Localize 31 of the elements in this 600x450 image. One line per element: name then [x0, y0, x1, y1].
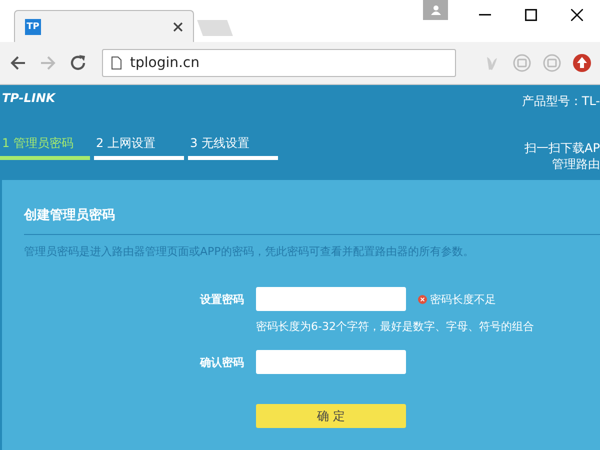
minimize-icon[interactable] — [479, 14, 491, 16]
brand-logo: TP-LINK — [1, 91, 57, 105]
browser-tab[interactable]: TP — [14, 10, 194, 42]
form-title: 创建管理员密码 — [24, 206, 116, 225]
password-field[interactable] — [256, 287, 406, 311]
field-label: 确认密码 — [198, 354, 244, 370]
upload-icon[interactable] — [572, 53, 592, 73]
extension-icon[interactable] — [542, 53, 562, 73]
model-label: 产品型号：TL- — [522, 93, 600, 110]
hint-text: 密码长度为6-32个字符，最好是数字、字母、符号的组合 — [256, 319, 535, 334]
password-field[interactable] — [256, 350, 406, 374]
user-icon[interactable] — [423, 0, 448, 20]
error-icon — [418, 294, 427, 304]
favicon: TP — [25, 18, 41, 34]
error-message: 密码长度不足 — [430, 292, 496, 306]
app-promo-text: 管理路由 — [552, 156, 600, 172]
url-text: tplogin.cn — [130, 55, 200, 71]
wizard-step[interactable]: 1 管理员密码 — [0, 135, 90, 160]
app-promo-text: 扫一扫下载AP — [524, 140, 600, 156]
address-bar[interactable]: tplogin.cn — [102, 49, 456, 77]
extension-icon[interactable] — [512, 53, 532, 73]
maximize-icon[interactable] — [525, 9, 537, 21]
new-tab-button[interactable] — [197, 20, 233, 36]
page-icon — [111, 56, 122, 70]
close-icon[interactable] — [173, 22, 183, 32]
wizard-step[interactable]: 2 上网设置 — [94, 135, 184, 160]
confirm-button[interactable]: 确 定 — [256, 404, 406, 428]
field-label: 设置密码 — [198, 292, 244, 306]
wizard-step[interactable]: 3 无线设置 — [188, 135, 278, 160]
close-icon[interactable] — [571, 9, 583, 21]
reload-icon[interactable] — [68, 53, 88, 73]
